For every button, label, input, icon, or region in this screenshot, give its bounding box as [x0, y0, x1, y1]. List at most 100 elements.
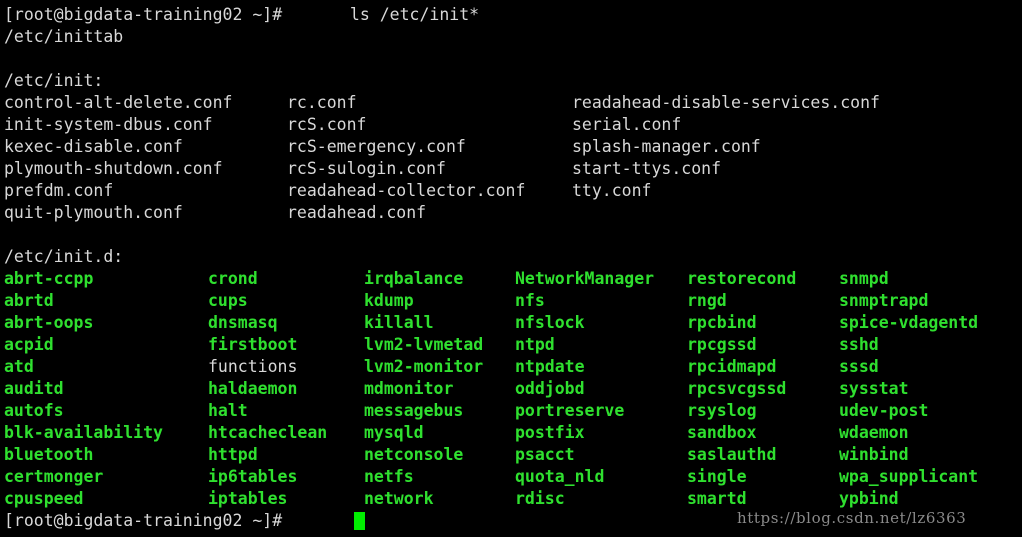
service-entry: abrtd	[4, 291, 54, 310]
file-entry: quit-plymouth.conf	[4, 203, 183, 222]
service-entry: messagebus	[364, 401, 464, 420]
listing-row: acpid firstboot lvm2-lvmetad ntpd rpcgssd ssh…	[4, 334, 1022, 356]
service-entry: postfix	[515, 423, 585, 442]
directory-header: /etc/init.d:	[4, 247, 124, 266]
service-entry: kdump	[364, 291, 414, 310]
service-entry: bluetooth	[4, 445, 94, 464]
service-entry: oddjobd	[515, 379, 585, 398]
command-line: [root@bigdata-training02 ~]# ls /etc/ini…	[4, 4, 1022, 26]
file-entry: prefdm.conf	[4, 181, 114, 200]
service-entry: rpcsvcgssd	[687, 379, 787, 398]
section-header-row: /etc/init:	[4, 70, 1022, 92]
service-entry: rdisc	[515, 489, 565, 508]
listing-row: autofs halt messagebus portreserve rsyslog ud…	[4, 400, 1022, 422]
service-entry: cups	[208, 291, 248, 310]
service-entry: killall	[364, 313, 434, 332]
watermark-text: https://blog.csdn.net/lz6363	[737, 509, 967, 527]
file-entry: control-alt-delete.conf	[4, 93, 233, 112]
service-entry: dnsmasq	[208, 313, 278, 332]
listing-row: auditd haldaemon mdmonitor oddjobd rpcsvcgss…	[4, 378, 1022, 400]
service-entry: saslauthd	[687, 445, 777, 464]
section-header-row: /etc/init.d:	[4, 246, 1022, 268]
service-entry: atd	[4, 357, 34, 376]
service-entry: ip6tables	[208, 467, 298, 486]
service-entry: restorecond	[687, 269, 797, 288]
service-entry: sysstat	[839, 379, 909, 398]
service-entry: winbind	[839, 445, 909, 464]
file-entry: readahead-collector.conf	[287, 181, 526, 200]
service-entry: mysqld	[364, 423, 424, 442]
service-entry: quota_nld	[515, 467, 605, 486]
service-entry: mdmonitor	[364, 379, 454, 398]
service-entry: abrt-oops	[4, 313, 94, 332]
file-entry: serial.conf	[572, 115, 682, 134]
service-entry: sshd	[839, 335, 879, 354]
service-entry: blk-availability	[4, 423, 163, 442]
service-entry: autofs	[4, 401, 64, 420]
service-entry: acpid	[4, 335, 54, 354]
file-entry: splash-manager.conf	[572, 137, 761, 156]
service-entry: snmptrapd	[839, 291, 929, 310]
service-entry: httpd	[208, 445, 258, 464]
listing-row: control-alt-delete.conf rc.conf readahead-…	[4, 92, 1022, 114]
file-entry: kexec-disable.conf	[4, 137, 183, 156]
listing-row: init-system-dbus.conf rcS.conf serial.conf	[4, 114, 1022, 136]
output-line: /etc/inittab	[4, 26, 1022, 48]
shell-prompt: [root@bigdata-training02 ~]#	[4, 5, 283, 24]
file-entry: start-ttys.conf	[572, 159, 722, 178]
service-entry: rpcgssd	[687, 335, 757, 354]
service-entry: sssd	[839, 357, 879, 376]
listing-row: plymouth-shutdown.conf rcS-sulogin.conf st…	[4, 158, 1022, 180]
service-entry: portreserve	[515, 401, 625, 420]
file-entry: rcS-emergency.conf	[287, 137, 466, 156]
listing-row: blk-availability htcacheclean mysqld postfi…	[4, 422, 1022, 444]
service-entry: functions	[208, 357, 298, 376]
service-entry: irqbalance	[364, 269, 464, 288]
service-entry: netfs	[364, 467, 414, 486]
terminal-screen[interactable]: [root@bigdata-training02 ~]# ls /etc/ini…	[0, 0, 1022, 537]
listing-row: kexec-disable.conf rcS-emergency.conf spla…	[4, 136, 1022, 158]
service-entry: rpcidmapd	[687, 357, 777, 376]
service-entry: htcacheclean	[208, 423, 328, 442]
file-entry: plymouth-shutdown.conf	[4, 159, 223, 178]
service-entry: sandbox	[687, 423, 757, 442]
service-entry: wdaemon	[839, 423, 909, 442]
service-entry: crond	[208, 269, 258, 288]
service-entry: NetworkManager	[515, 269, 655, 288]
service-entry: wpa_supplicant	[839, 467, 979, 486]
service-entry: spice-vdagentd	[839, 313, 979, 332]
file-entry: tty.conf	[572, 181, 652, 200]
listing-row: quit-plymouth.conf readahead.conf	[4, 202, 1022, 224]
service-entry: nfslock	[515, 313, 585, 332]
directory-header: /etc/init:	[4, 71, 104, 90]
service-entry: lvm2-lvmetad	[364, 335, 484, 354]
file-entry: init-system-dbus.conf	[4, 115, 213, 134]
service-entry: netconsole	[364, 445, 464, 464]
service-entry: rsyslog	[687, 401, 757, 420]
shell-prompt: [root@bigdata-training02 ~]#	[4, 511, 283, 530]
file-entry: rc.conf	[287, 93, 357, 112]
listing-row: prefdm.conf readahead-collector.conf tty.c…	[4, 180, 1022, 202]
file-entry: rcS-sulogin.conf	[287, 159, 446, 178]
listing-row: certmonger ip6tables netfs quota_nld single w…	[4, 466, 1022, 488]
terminal-window[interactable]: [root@bigdata-training02 ~]# ls /etc/ini…	[0, 0, 1022, 537]
service-entry: lvm2-monitor	[364, 357, 484, 376]
service-entry: haldaemon	[208, 379, 298, 398]
service-entry: firstboot	[208, 335, 298, 354]
service-entry: certmonger	[4, 467, 104, 486]
service-entry: rngd	[687, 291, 727, 310]
service-entry: udev-post	[839, 401, 929, 420]
service-entry: network	[364, 489, 434, 508]
service-entry: abrt-ccpp	[4, 269, 94, 288]
service-entry: snmpd	[839, 269, 889, 288]
listing-row: atd functions lvm2-monitor ntpdate rpcidmapd…	[4, 356, 1022, 378]
file-entry: rcS.conf	[287, 115, 367, 134]
service-entry: nfs	[515, 291, 545, 310]
service-entry: ntpdate	[515, 357, 585, 376]
file-entry: readahead.conf	[287, 203, 427, 222]
typed-command: ls /etc/init*	[340, 5, 480, 24]
file-entry: /etc/inittab	[4, 27, 124, 46]
service-entry: halt	[208, 401, 248, 420]
text-cursor	[354, 512, 365, 530]
